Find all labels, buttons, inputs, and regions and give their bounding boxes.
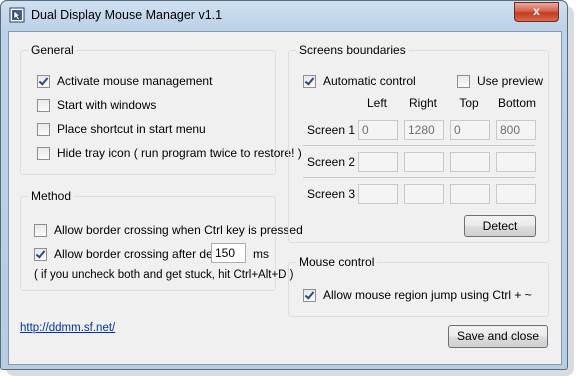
app-icon bbox=[9, 7, 25, 23]
screen-3-label: Screen 3 bbox=[307, 187, 356, 201]
start-with-windows-row[interactable]: Start with windows bbox=[37, 98, 156, 112]
screen-2-right-input[interactable] bbox=[404, 152, 444, 172]
screen-1-right-input[interactable] bbox=[404, 120, 444, 140]
general-legend: General bbox=[31, 43, 74, 57]
col-header-left: Left bbox=[366, 96, 387, 110]
screen-2-top-input[interactable] bbox=[450, 152, 490, 172]
delay-crossing-label: Allow border crossing after delay: bbox=[54, 247, 232, 261]
screen-2-label: Screen 2 bbox=[307, 155, 356, 169]
method-note: ( if you uncheck both and get stuck, hit… bbox=[34, 269, 294, 281]
method-legend: Method bbox=[31, 189, 72, 203]
screen-2-left-input[interactable] bbox=[358, 152, 398, 172]
region-jump-label: Allow mouse region jump using Ctrl + ~ bbox=[323, 288, 532, 302]
delay-crossing-checkbox[interactable] bbox=[34, 247, 47, 261]
use-preview-label: Use preview bbox=[477, 74, 544, 88]
use-preview-checkbox[interactable] bbox=[457, 74, 470, 88]
screen-separator bbox=[303, 145, 535, 146]
delay-unit: ms bbox=[253, 247, 269, 261]
col-header-top: Top bbox=[459, 96, 479, 110]
screen-3-top-input[interactable] bbox=[450, 184, 490, 204]
screen-3-bottom-input[interactable] bbox=[496, 184, 536, 204]
automatic-control-label: Automatic control bbox=[323, 74, 416, 88]
dialog-client: General Activate mouse management Start … bbox=[8, 31, 562, 365]
screen-1-bottom-input[interactable] bbox=[496, 120, 536, 140]
hide-tray-icon-label: Hide tray icon ( run program twice to re… bbox=[57, 146, 302, 160]
mouse-control-legend: Mouse control bbox=[299, 255, 375, 269]
screen-1-label: Screen 1 bbox=[307, 123, 356, 137]
screen-1-top-input[interactable] bbox=[450, 120, 490, 140]
screen-3-right-input[interactable] bbox=[404, 184, 444, 204]
ctrl-crossing-checkbox[interactable] bbox=[34, 223, 47, 237]
website-link[interactable]: http://ddmm.sf.net/ bbox=[20, 322, 115, 334]
ctrl-crossing-row[interactable]: Allow border crossing when Ctrl key is p… bbox=[34, 223, 303, 237]
app-window: Dual Display Mouse Manager v1.1 x Genera… bbox=[0, 0, 568, 370]
col-header-right: Right bbox=[408, 96, 437, 110]
activate-mouse-label: Activate mouse management bbox=[57, 74, 213, 88]
use-preview-row[interactable]: Use preview bbox=[457, 74, 543, 88]
start-with-windows-checkbox[interactable] bbox=[37, 98, 50, 112]
detect-button[interactable]: Detect bbox=[464, 215, 536, 237]
automatic-control-checkbox[interactable] bbox=[303, 74, 316, 88]
region-jump-checkbox[interactable] bbox=[303, 288, 316, 302]
window-title: Dual Display Mouse Manager v1.1 bbox=[31, 8, 223, 22]
automatic-control-row[interactable]: Automatic control bbox=[303, 74, 416, 88]
hide-tray-icon-checkbox[interactable] bbox=[37, 146, 50, 160]
screen-separator bbox=[303, 177, 535, 178]
save-and-close-button[interactable]: Save and close bbox=[448, 325, 548, 348]
activate-mouse-checkbox[interactable] bbox=[37, 74, 50, 88]
screens-group: Screens boundaries bbox=[288, 43, 549, 243]
mouse-control-group: Mouse control bbox=[288, 255, 549, 317]
close-button[interactable]: x bbox=[514, 2, 559, 22]
screen-2-bottom-input[interactable] bbox=[496, 152, 536, 172]
col-header-bottom: Bottom bbox=[497, 96, 536, 110]
shortcut-start-menu-checkbox[interactable] bbox=[37, 122, 50, 136]
delay-crossing-row[interactable]: Allow border crossing after delay: bbox=[34, 247, 231, 261]
region-jump-row[interactable]: Allow mouse region jump using Ctrl + ~ bbox=[303, 288, 532, 302]
activate-mouse-checkbox-row[interactable]: Activate mouse management bbox=[37, 74, 212, 88]
shortcut-start-menu-row[interactable]: Place shortcut in start menu bbox=[37, 122, 206, 136]
hide-tray-icon-row[interactable]: Hide tray icon ( run program twice to re… bbox=[37, 146, 302, 160]
close-icon: x bbox=[533, 4, 540, 18]
screen-1-left-input[interactable] bbox=[358, 120, 398, 140]
shortcut-start-menu-label: Place shortcut in start menu bbox=[57, 122, 206, 136]
start-with-windows-label: Start with windows bbox=[57, 98, 157, 112]
ctrl-crossing-label: Allow border crossing when Ctrl key is p… bbox=[54, 223, 303, 237]
screen-3-left-input[interactable] bbox=[358, 184, 398, 204]
screens-legend: Screens boundaries bbox=[299, 43, 406, 57]
delay-input[interactable] bbox=[211, 243, 246, 263]
title-bar[interactable]: Dual Display Mouse Manager v1.1 x bbox=[1, 1, 567, 31]
